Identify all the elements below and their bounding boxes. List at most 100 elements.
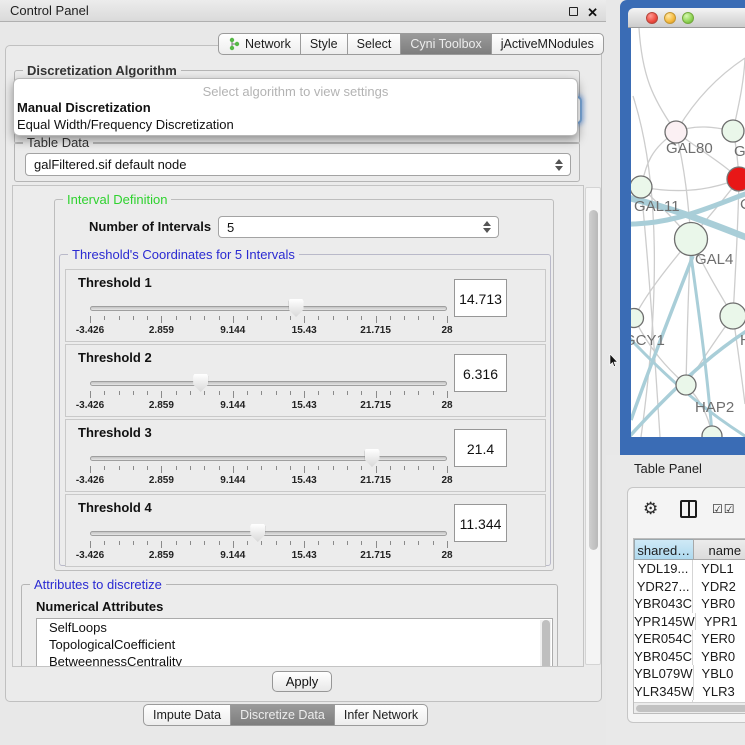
threshold-row: Threshold 1 -3.4262.8599.14415.4321.7152… xyxy=(65,269,546,342)
node-label: HAP2 xyxy=(695,399,734,416)
node[interactable] xyxy=(720,303,745,329)
minimize-traffic-light-icon[interactable] xyxy=(664,12,676,24)
tick-label: 2.859 xyxy=(149,475,174,486)
tick-label: 28 xyxy=(441,550,452,561)
table-row[interactable]: YPR145WYPR1 xyxy=(634,613,745,631)
panel-vertical-scrollbar[interactable] xyxy=(585,187,601,665)
table-row[interactable]: YLR345WYLR3 xyxy=(634,683,745,701)
node-gcy1[interactable] xyxy=(631,309,644,328)
chevron-updown-icon xyxy=(555,159,563,171)
tick-label: 9.144 xyxy=(220,475,245,486)
attributes-group: Attributes to discretize Numerical Attri… xyxy=(21,584,558,667)
threshold-value-field[interactable]: 21.4 xyxy=(454,429,507,467)
number-of-intervals-combobox[interactable]: 5 xyxy=(218,216,499,238)
table-row[interactable]: YDR27...YDR2 xyxy=(634,578,745,596)
tick-label: 21.715 xyxy=(360,475,391,486)
zoom-traffic-light-icon[interactable] xyxy=(682,12,694,24)
scrollbar-thumb[interactable] xyxy=(589,210,598,550)
number-of-intervals-label: Number of Intervals xyxy=(89,219,211,234)
tick-label: 9.144 xyxy=(220,400,245,411)
chevron-updown-icon xyxy=(483,221,491,233)
threshold-slider-track[interactable] xyxy=(90,306,447,311)
tab-infer-network[interactable]: Infer Network xyxy=(334,704,428,726)
table-horizontal-scrollbar[interactable] xyxy=(634,702,745,713)
node-label: GCY1 xyxy=(631,332,665,349)
tab-network[interactable]: Network xyxy=(218,33,301,55)
tick-label: 21.715 xyxy=(360,550,391,561)
node-hap2[interactable] xyxy=(676,375,696,395)
dropdown-option[interactable]: Manual Discretization xyxy=(14,99,577,116)
threshold-slider-thumb[interactable] xyxy=(289,299,304,317)
tab-impute-data[interactable]: Impute Data xyxy=(143,704,231,726)
float-window-icon[interactable] xyxy=(569,7,578,16)
node-table[interactable]: shared… name YDL19...YDL1YDR27...YDR2YBR… xyxy=(633,538,745,714)
column-header-name[interactable]: name xyxy=(693,539,745,560)
table-row[interactable]: YBR045CYBR0 xyxy=(634,648,745,666)
dropdown-option[interactable]: Equal Width/Frequency Discretization xyxy=(14,116,577,133)
numerical-attributes-label: Numerical Attributes xyxy=(36,599,163,614)
attribute-list-item[interactable]: SelfLoops xyxy=(37,619,552,636)
gear-icon[interactable]: ⚙ xyxy=(643,499,658,519)
node-label: C xyxy=(740,196,745,213)
network-view-window: GAL80GACGAL11GAL4GCY1HHAP2 xyxy=(620,0,745,455)
table-row[interactable]: YBR043CYBR0 xyxy=(634,595,745,613)
network-icon xyxy=(228,37,241,51)
tab-discretize-data[interactable]: Discretize Data xyxy=(230,704,335,726)
tick-label: 15.43 xyxy=(292,475,317,486)
threshold-label: Threshold 4 xyxy=(78,500,152,515)
threshold-slider-thumb[interactable] xyxy=(250,524,265,542)
tab-style[interactable]: Style xyxy=(300,33,348,55)
table-row[interactable]: YER054CYER0 xyxy=(634,630,745,648)
select-columns-icon[interactable]: ☑☑ xyxy=(712,502,736,516)
tick-label: 15.43 xyxy=(292,325,317,336)
table-row[interactable]: YDL19...YDL1 xyxy=(634,560,745,578)
table-panel-body: ⚙ ☑☑ shared… name YDL19...YDL1YDR27...YD… xyxy=(627,487,745,723)
tab-jactivemnodules[interactable]: jActiveMNodules xyxy=(491,33,604,55)
table-data-group: Table Data galFiltered.sif default node xyxy=(14,142,580,182)
table-row[interactable]: YBL079WYBL0 xyxy=(634,665,745,683)
tick-label: 2.859 xyxy=(149,550,174,561)
threshold-slider-track[interactable] xyxy=(90,381,447,386)
scrollbar-thumb[interactable] xyxy=(636,705,745,712)
attributes-list-scrollbar[interactable] xyxy=(540,620,551,667)
close-icon[interactable]: ✕ xyxy=(587,2,598,24)
tick-label: 15.43 xyxy=(292,400,317,411)
attributes-group-title: Attributes to discretize xyxy=(30,577,166,592)
top-tab-bar: NetworkStyleSelectCyni ToolboxjActiveMNo… xyxy=(218,33,604,55)
tab-select[interactable]: Select xyxy=(347,33,402,55)
threshold-slider-track[interactable] xyxy=(90,456,447,461)
node[interactable] xyxy=(702,426,722,437)
network-canvas[interactable]: GAL80GACGAL11GAL4GCY1HHAP2 xyxy=(631,28,745,437)
threshold-value-field[interactable]: 6.316 xyxy=(454,354,507,392)
tick-label: 9.144 xyxy=(220,550,245,561)
network-window-titlebar[interactable] xyxy=(628,8,745,28)
control-panel-titlebar: Control Panel ✕ xyxy=(0,0,606,22)
tick-label: -3.426 xyxy=(76,475,104,486)
apply-button[interactable]: Apply xyxy=(272,671,332,692)
column-layout-icon[interactable] xyxy=(680,500,697,518)
column-header-shared-name[interactable]: shared… xyxy=(634,539,694,560)
algorithm-dropdown-popup: Select algorithm to view settings Manual… xyxy=(13,78,578,136)
table-panel: Table Panel ⚙ ☑☑ shared… name YDL19...YD… xyxy=(606,455,745,745)
node-label: GA xyxy=(734,143,745,160)
tick-label: 28 xyxy=(441,400,452,411)
table-data-combobox[interactable]: galFiltered.sif default node xyxy=(25,153,571,176)
tab-cyni-toolbox[interactable]: Cyni Toolbox xyxy=(400,33,491,55)
node-selected-red[interactable] xyxy=(727,167,745,191)
numerical-attributes-list[interactable]: SelfLoopsTopologicalCoefficientBetweenne… xyxy=(36,618,553,667)
node-gal11[interactable] xyxy=(631,176,652,198)
tick-label: -3.426 xyxy=(76,550,104,561)
close-traffic-light-icon[interactable] xyxy=(646,12,658,24)
threshold-slider-track[interactable] xyxy=(90,531,447,536)
tick-label: 2.859 xyxy=(149,325,174,336)
threshold-value-field[interactable]: 14.713 xyxy=(454,279,507,317)
mouse-cursor xyxy=(609,354,618,367)
node[interactable] xyxy=(722,120,744,142)
threshold-slider-thumb[interactable] xyxy=(193,374,208,392)
table-header-row: shared… name xyxy=(634,539,745,560)
threshold-slider-thumb[interactable] xyxy=(365,449,380,467)
threshold-value-field[interactable]: 11.344 xyxy=(454,504,507,542)
control-panel-title: Control Panel xyxy=(10,3,89,18)
attribute-list-item[interactable]: TopologicalCoefficient xyxy=(37,636,552,653)
attribute-list-item[interactable]: BetweennessCentrality xyxy=(37,653,552,667)
